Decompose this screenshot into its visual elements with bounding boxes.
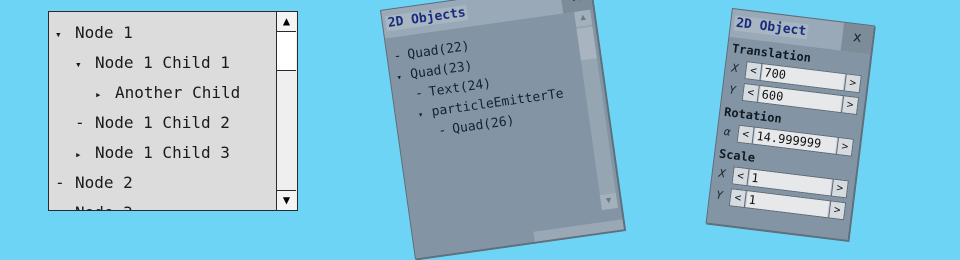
tree-node-another-child[interactable]: ▸ Another Child bbox=[95, 78, 240, 108]
collapse-arrow-icon[interactable]: ▾ bbox=[75, 50, 95, 80]
decrement-arrow-icon[interactable]: < bbox=[745, 62, 763, 81]
translation-heading: Translation bbox=[731, 41, 812, 65]
close-icon[interactable]: x bbox=[840, 22, 874, 55]
decrement-arrow-icon[interactable]: < bbox=[742, 84, 760, 102]
tree-node-node-2[interactable]: - Node 2 bbox=[55, 168, 133, 198]
tree-node-label: Node 1 Child 2 bbox=[95, 113, 230, 132]
tree-view[interactable]: ▾ Node 1 ▾ Node 1 Child 1 ▸ Another Child -… bbox=[48, 11, 298, 211]
decrement-arrow-icon[interactable]: < bbox=[737, 125, 755, 144]
tree-node-label: Node 1 Child 1 bbox=[95, 53, 230, 72]
scroll-up-arrow-icon[interactable]: ▲ bbox=[574, 9, 593, 27]
scale-heading: Scale bbox=[718, 146, 756, 165]
increment-arrow-icon[interactable]: > bbox=[830, 179, 848, 198]
tree-node-node-3[interactable]: Node 3 bbox=[75, 198, 133, 210]
scale-y-input[interactable]: 1 bbox=[745, 191, 830, 218]
tree-node-label: Another Child bbox=[115, 83, 241, 102]
increment-arrow-icon[interactable]: > bbox=[841, 96, 858, 114]
scale-y-label: Y bbox=[715, 188, 724, 203]
scroll-up-arrow-icon[interactable]: ▲ bbox=[277, 12, 296, 32]
scale-x-label: X bbox=[717, 166, 727, 181]
window-title: 2D Objects bbox=[384, 4, 469, 32]
increment-arrow-icon[interactable]: > bbox=[828, 201, 846, 220]
tree-node-label: Node 2 bbox=[75, 173, 133, 192]
tree-node-node-1-child-3[interactable]: ▸ Node 1 Child 3 bbox=[75, 138, 230, 168]
window-title: 2D Object bbox=[733, 15, 810, 40]
expand-arrow-icon[interactable]: ▸ bbox=[75, 140, 95, 170]
translation-y-input[interactable]: 600 bbox=[758, 86, 843, 112]
leaf-dash-icon: - bbox=[75, 113, 85, 132]
objects-window[interactable]: 2D Objects x -Quad(22) ▾Quad(23) -Text(2… bbox=[380, 0, 626, 260]
leaf-dash-icon: - bbox=[55, 173, 65, 192]
translation-x-label: X bbox=[730, 61, 740, 76]
tree-node-label: Node 1 Child 3 bbox=[95, 143, 230, 162]
scrollbar-thumb[interactable] bbox=[277, 32, 296, 71]
tree-node-node-1[interactable]: ▾ Node 1 bbox=[55, 18, 133, 48]
rotation-alpha-label: α bbox=[723, 124, 732, 139]
scroll-down-arrow-icon[interactable]: ▼ bbox=[277, 190, 296, 210]
object-inspector-window[interactable]: 2D Object x Translation X < 700 > Y < 60… bbox=[705, 8, 875, 241]
translation-y-label: Y bbox=[728, 83, 737, 98]
increment-arrow-icon[interactable]: > bbox=[836, 137, 853, 156]
tree-node-node-1-child-1[interactable]: ▾ Node 1 Child 1 bbox=[75, 48, 230, 78]
rotation-heading: Rotation bbox=[723, 104, 783, 126]
tree-node-label: Node 1 bbox=[75, 23, 133, 42]
tree-node-label: Node 3 bbox=[75, 203, 133, 210]
collapse-arrow-icon[interactable]: ▾ bbox=[55, 20, 75, 50]
increment-arrow-icon[interactable]: > bbox=[843, 74, 861, 93]
decrement-arrow-icon[interactable]: < bbox=[729, 189, 747, 208]
tree-node-node-1-child-2[interactable]: - Node 1 Child 2 bbox=[75, 108, 230, 138]
tree-scrollbar[interactable]: ▲ ▼ bbox=[276, 12, 297, 210]
expand-arrow-icon[interactable]: ▸ bbox=[95, 80, 115, 110]
decrement-arrow-icon[interactable]: < bbox=[732, 167, 750, 186]
rotation-input[interactable]: 14.999999 bbox=[753, 127, 837, 154]
scroll-down-arrow-icon[interactable]: ▼ bbox=[599, 192, 618, 211]
inspector-body: Translation X < 700 > Y < 600 > Rotation… bbox=[706, 36, 871, 240]
